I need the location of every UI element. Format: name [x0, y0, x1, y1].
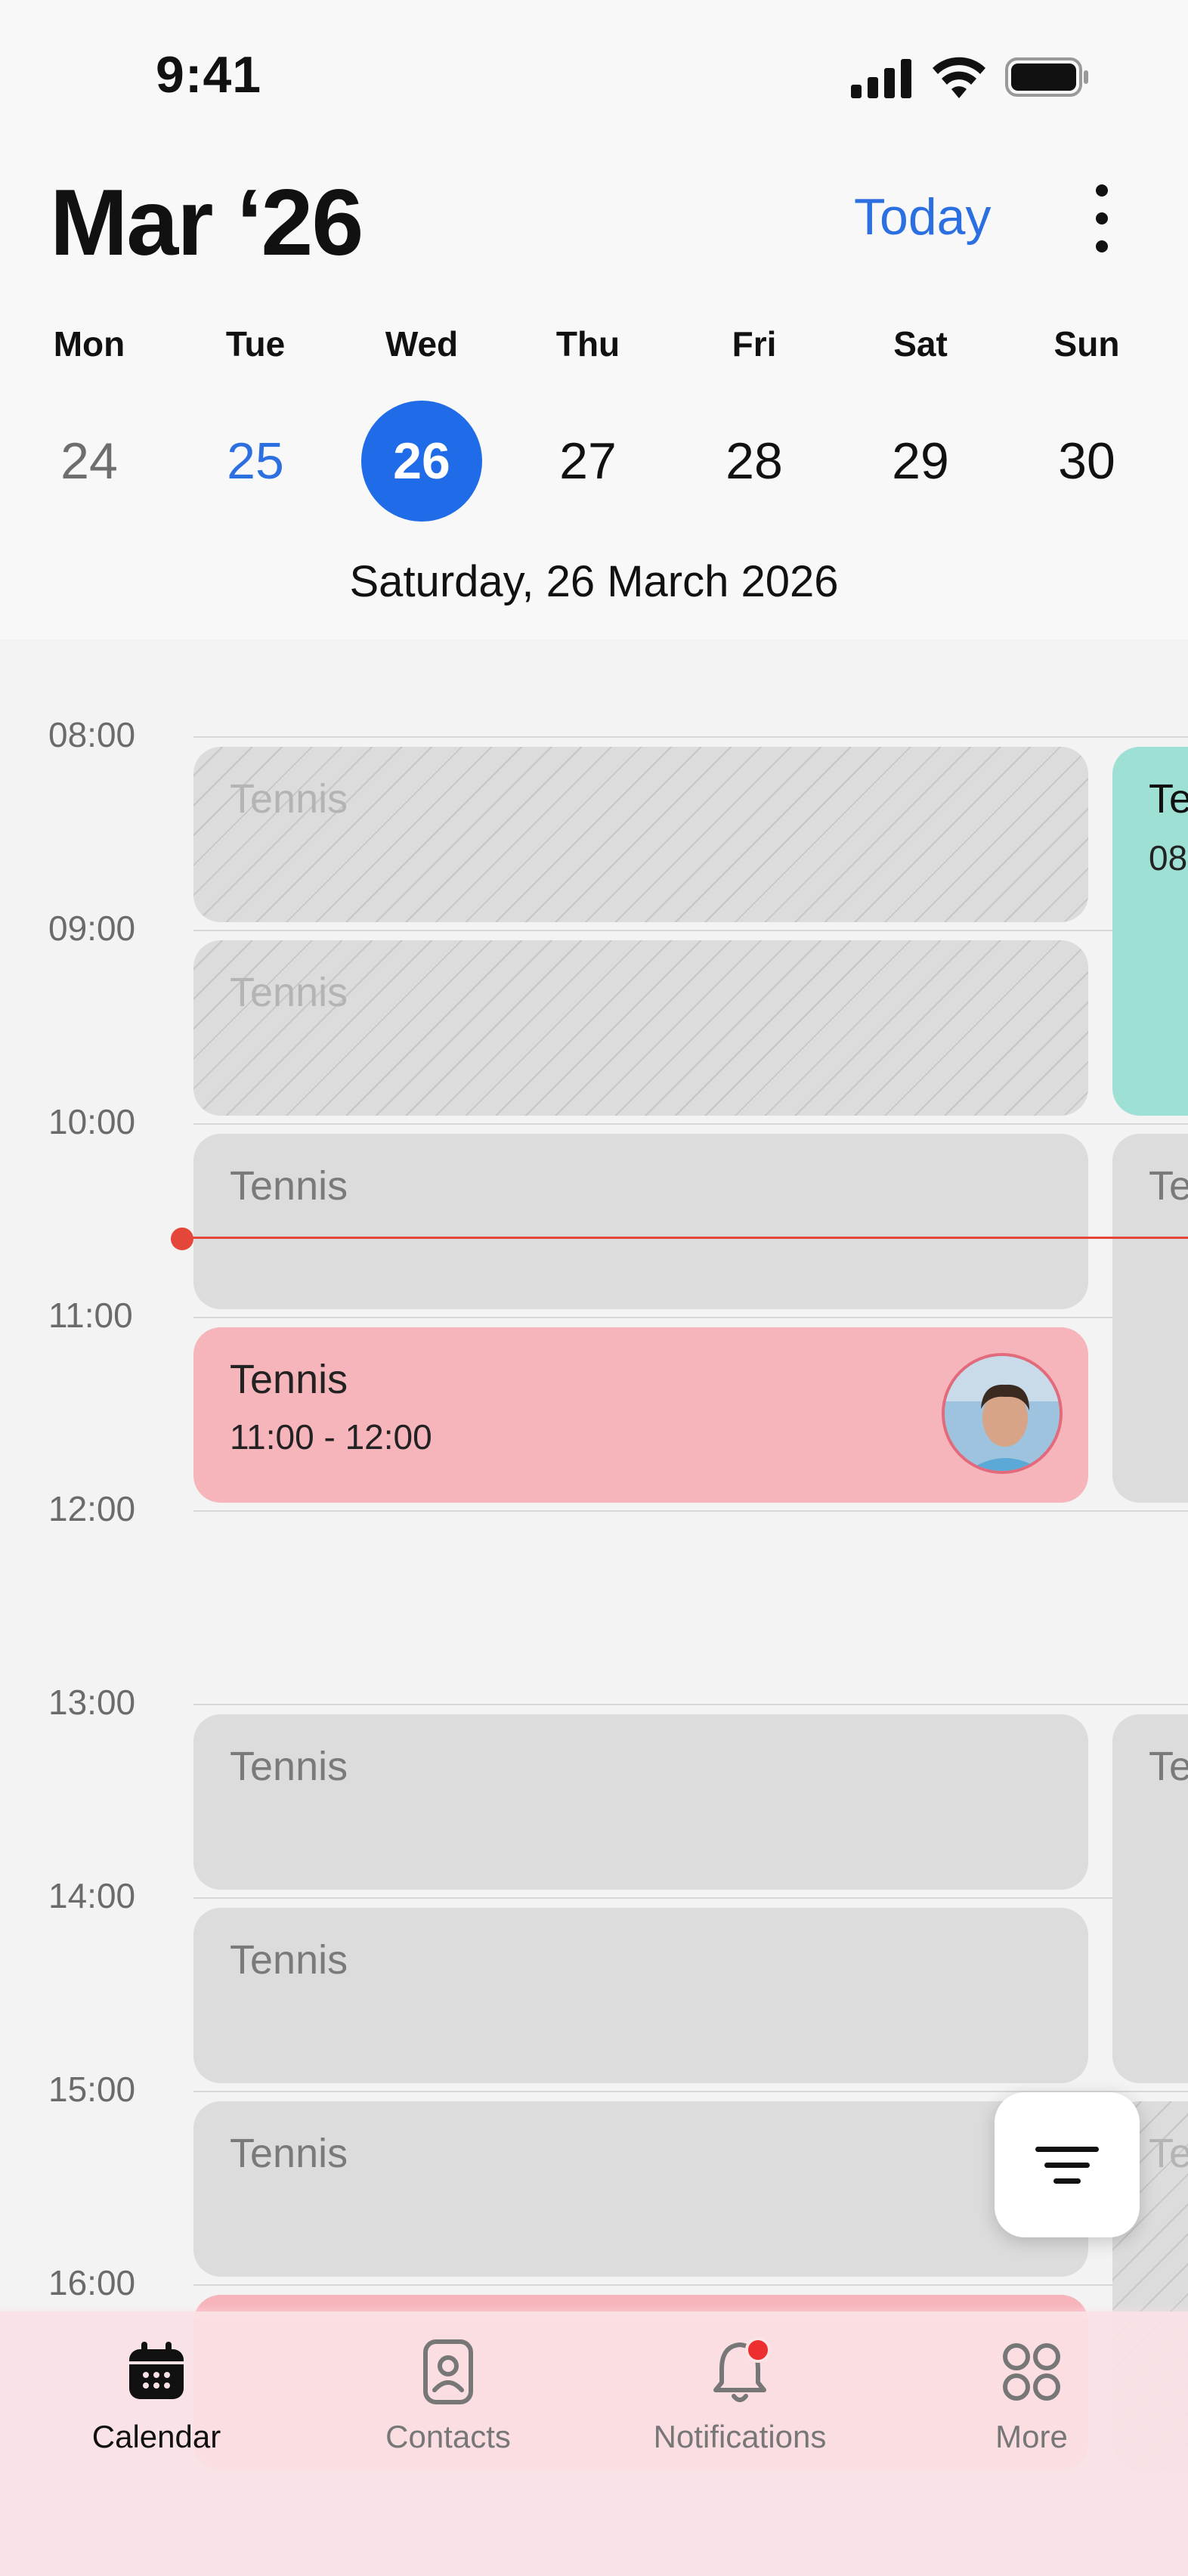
- more-options-icon[interactable]: [1082, 184, 1121, 252]
- calendar-header: 9:41 Mar ‘26 Today Mon 24 Tue 25 Wed 26 …: [0, 0, 1188, 639]
- hour-gridline: [193, 1704, 1188, 1705]
- grid-icon: [1003, 2343, 1060, 2401]
- event-card[interactable]: Tennis: [193, 940, 1088, 1116]
- event-card-side[interactable]: Te: [1112, 1714, 1188, 2083]
- day-name: Thu: [555, 324, 620, 364]
- hour-label: 08:00: [48, 715, 136, 754]
- day-number: 24: [60, 432, 118, 490]
- hour-gridline: [193, 1317, 1188, 1318]
- day-name: Sat: [893, 324, 948, 364]
- hour-gridline: [193, 2284, 1188, 2286]
- event-card[interactable]: Tennis: [193, 1714, 1088, 1890]
- tab-label: Notifications: [653, 2419, 827, 2454]
- day-wed[interactable]: Wed 26: [354, 324, 490, 522]
- event-title: Tennis: [230, 1357, 348, 1402]
- hour-label: 14:00: [48, 1876, 136, 1915]
- event-time: 11:00 - 12:00: [230, 1417, 432, 1457]
- day-number: 29: [892, 432, 949, 490]
- hour-gridline: [193, 736, 1188, 738]
- day-name: Fri: [732, 324, 777, 364]
- event-card[interactable]: Tennis: [193, 1908, 1088, 2083]
- day-name: Tue: [225, 324, 286, 364]
- calendar-icon: [129, 2342, 184, 2399]
- hour-gridline: [193, 1510, 1188, 1512]
- event-card[interactable]: Tennis: [193, 747, 1088, 922]
- tab-notifications[interactable]: Notifications: [615, 2336, 865, 2455]
- day-name: Wed: [385, 324, 459, 364]
- event-title: Tennis: [230, 776, 348, 822]
- event-time: 08: [1149, 838, 1188, 878]
- month-title: Mar ‘26: [50, 171, 364, 275]
- day-number: 27: [559, 432, 617, 490]
- event-title: Tennis: [230, 970, 348, 1015]
- tab-contacts[interactable]: Contacts: [323, 2336, 573, 2455]
- tab-more[interactable]: More: [907, 2336, 1156, 2455]
- hour-label: 09:00: [48, 909, 136, 948]
- event-card-side[interactable]: Te: [1112, 1134, 1188, 1503]
- avatar: [942, 1353, 1063, 1474]
- event-title: Te: [1149, 1744, 1188, 1789]
- day-fri[interactable]: Fri 28: [686, 324, 822, 522]
- hour-label: 13:00: [48, 1683, 136, 1722]
- day-thu[interactable]: Thu 27: [520, 324, 656, 522]
- day-number-selected: 26: [361, 401, 482, 522]
- event-title: Te: [1149, 776, 1188, 822]
- day-sat[interactable]: Sat 29: [852, 324, 988, 522]
- event-title: Te: [1149, 1163, 1188, 1209]
- selected-date-label: Saturday, 26 March 2026: [349, 557, 839, 606]
- hour-gridline: [193, 1123, 1188, 1125]
- day-number: 28: [725, 432, 783, 490]
- day-number: 25: [227, 432, 284, 490]
- day-mon[interactable]: Mon 24: [21, 324, 157, 522]
- event-title: Te: [1149, 2131, 1188, 2176]
- hour-label: 16:00: [48, 2263, 136, 2302]
- filter-icon: [1035, 2146, 1099, 2152]
- tab-label: Calendar: [91, 2419, 221, 2454]
- hour-label: 12:00: [48, 1489, 136, 1528]
- event-card-side[interactable]: Te 08: [1112, 747, 1188, 1116]
- signal-icon: [851, 59, 911, 98]
- day-tue[interactable]: Tue 25: [187, 324, 323, 522]
- day-name: Mon: [53, 324, 125, 364]
- hour-label: 15:00: [48, 2070, 136, 2109]
- hour-gridline: [193, 930, 1188, 931]
- wifi-icon: [933, 57, 985, 98]
- event-title: Tennis: [230, 2131, 348, 2176]
- day-number: 30: [1058, 432, 1115, 490]
- status-time: 9:41: [156, 46, 262, 104]
- filter-button[interactable]: [995, 2092, 1140, 2237]
- current-time-dot: [171, 1228, 193, 1250]
- hour-label: 11:00: [48, 1296, 133, 1335]
- day-name: Sun: [1053, 324, 1120, 364]
- day-sun[interactable]: Sun 30: [1019, 324, 1155, 522]
- event-title: Tennis: [230, 1744, 348, 1789]
- event-card-booked[interactable]: Tennis 11:00 - 12:00: [193, 1327, 1088, 1503]
- tab-calendar[interactable]: Calendar: [32, 2336, 281, 2455]
- tab-label: More: [995, 2419, 1068, 2454]
- hour-gridline: [193, 1897, 1188, 1899]
- event-card[interactable]: Tennis: [193, 1134, 1088, 1309]
- event-card[interactable]: Tennis: [193, 2101, 1088, 2277]
- notification-badge: [745, 2337, 771, 2363]
- contact-icon: [423, 2339, 473, 2404]
- battery-icon: [1005, 57, 1088, 97]
- tab-label: Contacts: [385, 2419, 511, 2454]
- hour-label: 10:00: [48, 1102, 136, 1141]
- event-title: Tennis: [230, 1937, 348, 1983]
- current-time-line: [181, 1237, 1188, 1239]
- event-title: Tennis: [230, 1163, 348, 1209]
- today-button[interactable]: Today: [854, 187, 991, 246]
